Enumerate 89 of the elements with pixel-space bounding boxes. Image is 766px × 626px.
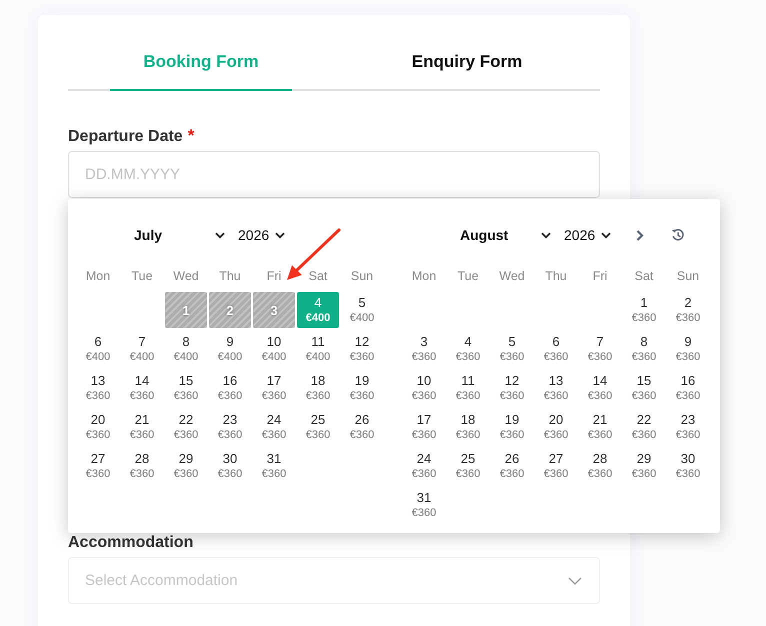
calendar-day[interactable]: 13 €360 [535, 370, 577, 406]
calendar-day[interactable]: 29 €360 [623, 448, 665, 484]
calendar-day[interactable]: 10 €400 [253, 331, 295, 367]
calendar-day[interactable]: 22 €360 [165, 409, 207, 445]
weekday-label: Mon [84, 268, 112, 284]
calendar-day[interactable]: 31 €360 [403, 487, 445, 523]
weekday-label: Fri [266, 268, 282, 284]
calendar-day[interactable]: 11 €360 [447, 370, 489, 406]
calendar-day[interactable]: 7 €360 [579, 331, 621, 367]
calendar-day[interactable]: 17 €360 [253, 370, 295, 406]
calendar-day[interactable]: 25 €360 [297, 409, 339, 445]
weekday-label: Mon [410, 268, 438, 284]
calendar-day[interactable]: 12 €360 [341, 331, 383, 367]
weekday-label: Sat [308, 268, 328, 284]
calendar-day[interactable]: 5 €400 [341, 292, 383, 328]
calendar-day[interactable]: 9 €360 [667, 331, 709, 367]
calendar-day[interactable]: 9 €400 [209, 331, 251, 367]
calendar-day[interactable]: 2 €360 [667, 292, 709, 328]
calendar-day[interactable]: 12 €360 [491, 370, 533, 406]
calendar-day[interactable]: 18 €360 [447, 409, 489, 445]
field-label: Departure Date [68, 127, 183, 147]
weekday-label: Tue [130, 268, 154, 284]
calendar-day[interactable]: 1 €360 [623, 292, 665, 328]
weekday-label: Thu [218, 268, 242, 284]
calendar-day[interactable]: 29 €360 [165, 448, 207, 484]
weekday-label: Tue [456, 268, 480, 284]
chevron-down-icon [541, 232, 551, 238]
calendar-day[interactable]: 28 €360 [579, 448, 621, 484]
calendar-day[interactable]: 5 €360 [491, 331, 533, 367]
chevron-down-icon [275, 232, 286, 238]
calendar-day[interactable]: 31 €360 [253, 448, 295, 484]
weekday-label: Wed [172, 268, 200, 284]
calendar-day[interactable]: 11 €400 [297, 331, 339, 367]
calendar-day[interactable]: 14 €360 [579, 370, 621, 406]
weekday-label: Sun [676, 268, 700, 284]
chevron-right-icon[interactable] [636, 230, 644, 240]
calendar-day[interactable]: 15 €360 [623, 370, 665, 406]
chevron-down-icon [215, 232, 225, 238]
calendar-day[interactable]: 16 €360 [667, 370, 709, 406]
calendar-day[interactable]: 8 €400 [165, 331, 207, 367]
chevron-down-icon [568, 576, 582, 584]
form-tab[interactable]: Enquiry Form [376, 40, 558, 91]
calendar-day[interactable]: 14 €360 [121, 370, 163, 406]
calendar-day[interactable]: 21 €360 [579, 409, 621, 445]
calendar-day[interactable]: 23 €360 [667, 409, 709, 445]
calendar-day[interactable]: 23 €360 [209, 409, 251, 445]
calendar-day[interactable]: 4 €360 [447, 331, 489, 367]
year-select[interactable]: 2026 [238, 227, 286, 243]
calendar-day[interactable]: 15 €360 [165, 370, 207, 406]
calendar-day[interactable]: 3 €360 [403, 331, 445, 367]
calendar-day[interactable]: 27 €360 [535, 448, 577, 484]
calendar-day[interactable]: 19 €360 [491, 409, 533, 445]
weekday-label: Sun [350, 268, 374, 284]
month-select[interactable]: July [125, 227, 225, 243]
calendar-day[interactable]: 20 €360 [535, 409, 577, 445]
calendar-day[interactable]: 7 €400 [121, 331, 163, 367]
calendar-day[interactable]: 26 €360 [491, 448, 533, 484]
calendar-day[interactable]: 24 €360 [403, 448, 445, 484]
calendar-day[interactable]: 18 €360 [297, 370, 339, 406]
required-mark: * [188, 126, 194, 146]
calendar-day[interactable]: 26 €360 [341, 409, 383, 445]
calendar-day[interactable]: 6 €400 [77, 331, 119, 367]
weekday-label: Wed [498, 268, 526, 284]
calendar-day[interactable]: 28 €360 [121, 448, 163, 484]
calendar-day[interactable]: 22 €360 [623, 409, 665, 445]
calendar-day[interactable]: 25 €360 [447, 448, 489, 484]
calendar-day[interactable]: 16 €360 [209, 370, 251, 406]
weekday-label: Thu [544, 268, 568, 284]
field-label: Accommodation [68, 533, 194, 553]
calendar-day[interactable]: 30 €360 [667, 448, 709, 484]
calendar-day[interactable]: 27 €360 [77, 448, 119, 484]
year-select[interactable]: 2026 [564, 227, 612, 243]
weekday-label: Fri [592, 268, 608, 284]
calendar-day[interactable]: 30 €360 [209, 448, 251, 484]
date-input[interactable]: DD.MM.YYYY [68, 151, 600, 198]
calendar-day[interactable]: 10 €360 [403, 370, 445, 406]
calendar-day[interactable]: 24 €360 [253, 409, 295, 445]
calendar-day[interactable]: 6 €360 [535, 331, 577, 367]
history-icon[interactable] [670, 227, 686, 243]
calendar-day[interactable]: 19 €360 [341, 370, 383, 406]
month-select[interactable]: August [451, 227, 551, 243]
annotation-arrow [286, 228, 341, 282]
calendar-day[interactable]: 8 €360 [623, 331, 665, 367]
calendar-day[interactable]: 20 €360 [77, 409, 119, 445]
chevron-down-icon [601, 232, 612, 238]
calendar-day[interactable]: 21 €360 [121, 409, 163, 445]
calendar-day[interactable]: 13 €360 [77, 370, 119, 406]
weekday-label: Sat [634, 268, 654, 284]
calendar-day[interactable]: 17 €360 [403, 409, 445, 445]
